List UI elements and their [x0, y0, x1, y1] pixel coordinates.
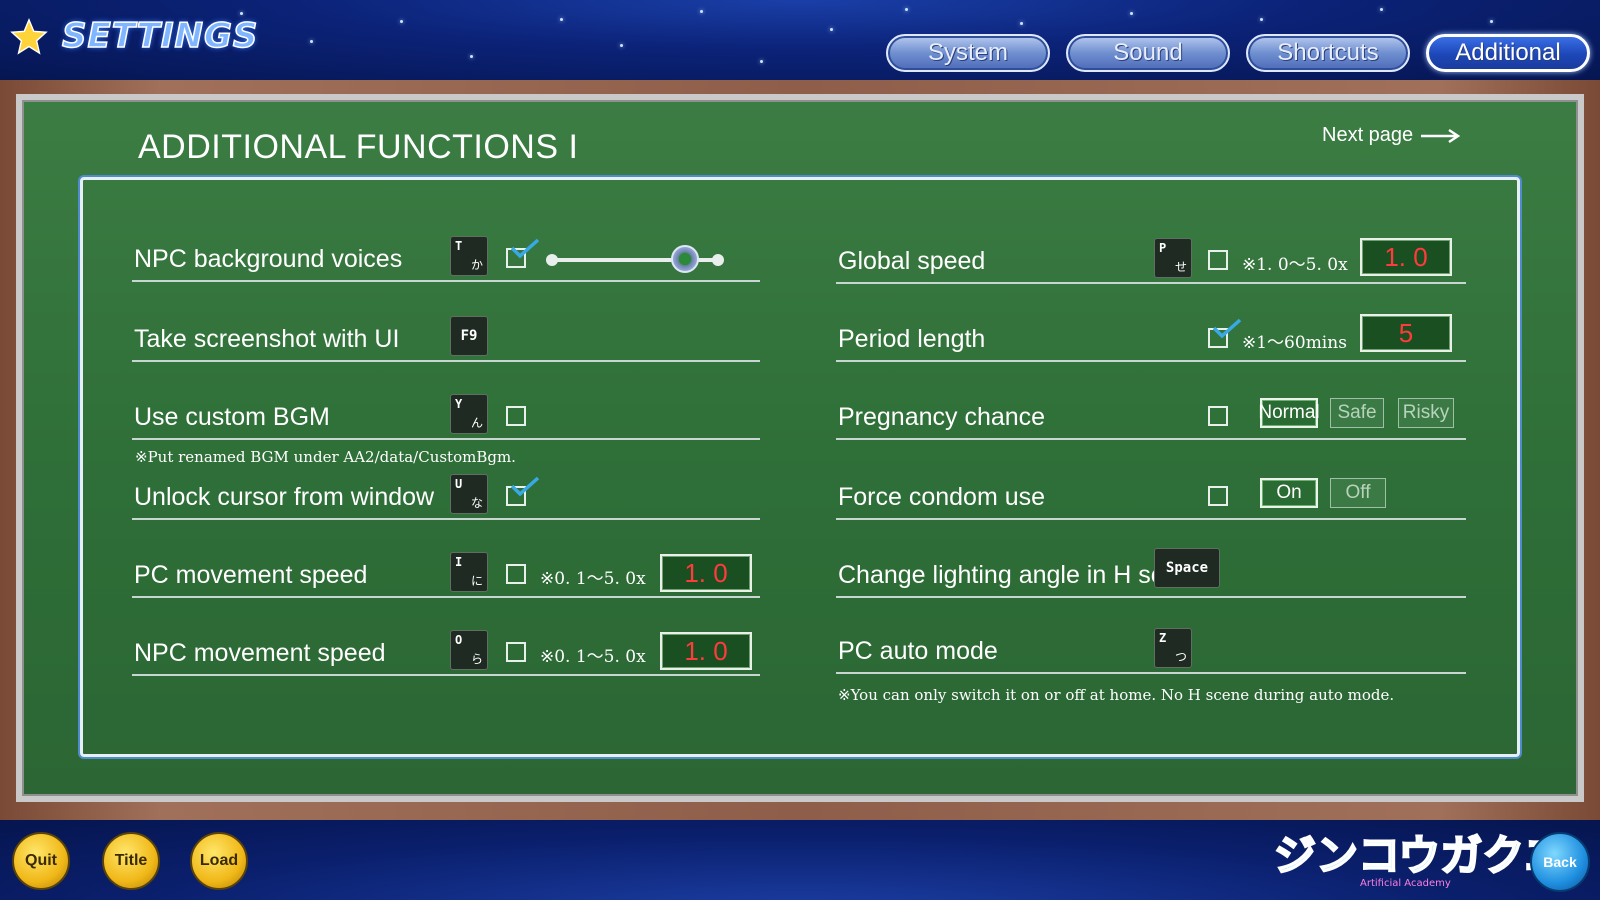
pc-speed-input[interactable]: 1. 0	[660, 554, 752, 592]
row-period-length: Period length ※1～60mins 5	[836, 314, 1466, 362]
hotkey-badge: F9	[450, 316, 488, 356]
row-npc-movement-speed: NPC movement speed O ら ※0. 1～5. 0x 1. 0	[132, 630, 760, 676]
hotkey-kana: ら	[470, 652, 483, 666]
row-custom-bgm: Use custom BGM Y ん	[132, 394, 760, 440]
star-icon	[10, 18, 48, 55]
row-pc-auto-mode: PC auto mode Z つ	[836, 628, 1466, 674]
npc-speed-label: NPC movement speed	[134, 639, 386, 667]
hotkey-kana: な	[470, 496, 483, 510]
title-button[interactable]: Title	[102, 832, 160, 890]
pregnancy-option-risky[interactable]: Risky	[1398, 398, 1454, 428]
tab-additional[interactable]: Additional	[1426, 34, 1590, 72]
row-unlock-cursor: Unlock cursor from window U な	[132, 474, 760, 520]
back-button[interactable]: Back	[1530, 832, 1590, 892]
custom-bgm-checkbox[interactable]	[506, 406, 526, 426]
period-length-range: ※1～60mins	[1242, 333, 1347, 353]
load-button[interactable]: Load	[190, 832, 248, 890]
pregnancy-option-safe[interactable]: Safe	[1330, 398, 1384, 428]
row-force-condom: Force condom use On Off	[836, 476, 1466, 520]
period-length-input[interactable]: 5	[1360, 314, 1452, 352]
footer-bar: Quit Title Load ジンコウガクエン2 Artificial Aca…	[0, 820, 1600, 900]
npc-speed-checkbox[interactable]	[506, 642, 526, 662]
hotkey-letter: U	[455, 477, 463, 491]
hotkey-kana: か	[470, 258, 483, 272]
global-speed-checkbox[interactable]	[1208, 250, 1228, 270]
unlock-cursor-checkbox[interactable]	[506, 476, 540, 506]
hotkey-kana: に	[470, 574, 483, 588]
lighting-label: Change lighting angle in H scene	[838, 561, 1205, 589]
tab-shortcuts[interactable]: Shortcuts	[1246, 34, 1410, 72]
hotkey-letter: I	[455, 555, 463, 569]
pregnancy-option-normal[interactable]: Normal	[1258, 398, 1320, 428]
period-length-label: Period length	[838, 325, 986, 353]
header-bar: SETTINGS System Sound Shortcuts Addition…	[0, 0, 1600, 80]
global-speed-label: Global speed	[838, 247, 986, 275]
hotkey-badge: Y ん	[450, 394, 488, 434]
hotkey-badge: I に	[450, 552, 488, 592]
hotkey-kana: つ	[1174, 650, 1187, 664]
hotkey-letter: T	[455, 239, 463, 253]
tab-sound[interactable]: Sound	[1066, 34, 1230, 72]
hotkey-letter: O	[455, 633, 463, 647]
checkmark-icon	[510, 476, 540, 497]
hotkey-letter: P	[1159, 241, 1167, 255]
row-lighting-angle: Change lighting angle in H scene Space	[836, 548, 1466, 598]
npc-speed-range: ※0. 1～5. 0x	[540, 647, 646, 667]
hotkey-badge: Space	[1154, 548, 1220, 588]
global-speed-input[interactable]: 1. 0	[1360, 238, 1452, 276]
row-npc-background-voices: NPC background voices T か	[132, 236, 760, 282]
tab-bar: System Sound Shortcuts Additional	[886, 34, 1590, 72]
row-take-screenshot: Take screenshot with UI F9	[132, 316, 760, 362]
arrow-right-icon	[1421, 128, 1461, 143]
tab-system[interactable]: System	[886, 34, 1050, 72]
custom-bgm-note: ※Put renamed BGM under AA2/data/CustomBg…	[135, 448, 516, 466]
condom-label: Force condom use	[838, 483, 1046, 511]
npc-speed-input[interactable]: 1. 0	[660, 632, 752, 670]
condom-checkbox[interactable]	[1208, 486, 1228, 506]
hotkey-badge: P せ	[1154, 238, 1192, 278]
pregnancy-label: Pregnancy chance	[838, 403, 1046, 431]
logo-subtitle: Artificial Academy	[1360, 878, 1451, 889]
condom-option-on[interactable]: On	[1260, 478, 1318, 508]
next-page-link[interactable]: Next page	[1322, 124, 1461, 147]
hotkey-letter: Y	[455, 397, 463, 411]
unlock-cursor-label: Unlock cursor from window	[134, 483, 435, 511]
auto-mode-label: PC auto mode	[838, 637, 998, 665]
settings-title: SETTINGS	[61, 15, 259, 57]
row-global-speed: Global speed P せ ※1. 0～5. 0x 1. 0	[836, 238, 1466, 284]
period-length-checkbox[interactable]	[1208, 318, 1242, 348]
pc-speed-label: PC movement speed	[134, 561, 368, 589]
condom-option-off[interactable]: Off	[1330, 478, 1386, 508]
hotkey-badge: O ら	[450, 630, 488, 670]
checkmark-icon	[1212, 318, 1242, 339]
hotkey-letter: Z	[1159, 631, 1167, 645]
slider-end-left	[546, 254, 558, 266]
npc-voices-volume-slider[interactable]	[546, 245, 724, 273]
pc-speed-range: ※0. 1～5. 0x	[540, 569, 646, 589]
auto-mode-note: ※You can only switch it on or off at hom…	[838, 686, 1395, 704]
screenshot-label: Take screenshot with UI	[134, 325, 400, 353]
slider-end-right	[712, 254, 724, 266]
page-title: ADDITIONAL FUNCTIONS I	[138, 128, 579, 166]
row-pc-movement-speed: PC movement speed I に ※0. 1～5. 0x 1. 0	[132, 552, 760, 598]
next-page-label: Next page	[1322, 124, 1414, 146]
npc-voices-checkbox[interactable]	[506, 238, 540, 268]
hotkey-kana: ん	[470, 416, 483, 430]
global-speed-range: ※1. 0～5. 0x	[1242, 255, 1348, 275]
hotkey-kana: せ	[1174, 260, 1187, 274]
row-pregnancy-chance: Pregnancy chance Normal Safe Risky	[836, 396, 1466, 440]
quit-button[interactable]: Quit	[12, 832, 70, 890]
pc-speed-checkbox[interactable]	[506, 564, 526, 584]
npc-voices-label: NPC background voices	[134, 245, 403, 273]
slider-knob[interactable]	[670, 245, 699, 273]
hotkey-badge: T か	[450, 236, 488, 276]
pregnancy-checkbox[interactable]	[1208, 406, 1228, 426]
checkmark-icon	[510, 238, 540, 259]
hotkey-badge: U な	[450, 474, 488, 514]
custom-bgm-label: Use custom BGM	[134, 403, 330, 431]
hotkey-badge: Z つ	[1154, 628, 1192, 668]
